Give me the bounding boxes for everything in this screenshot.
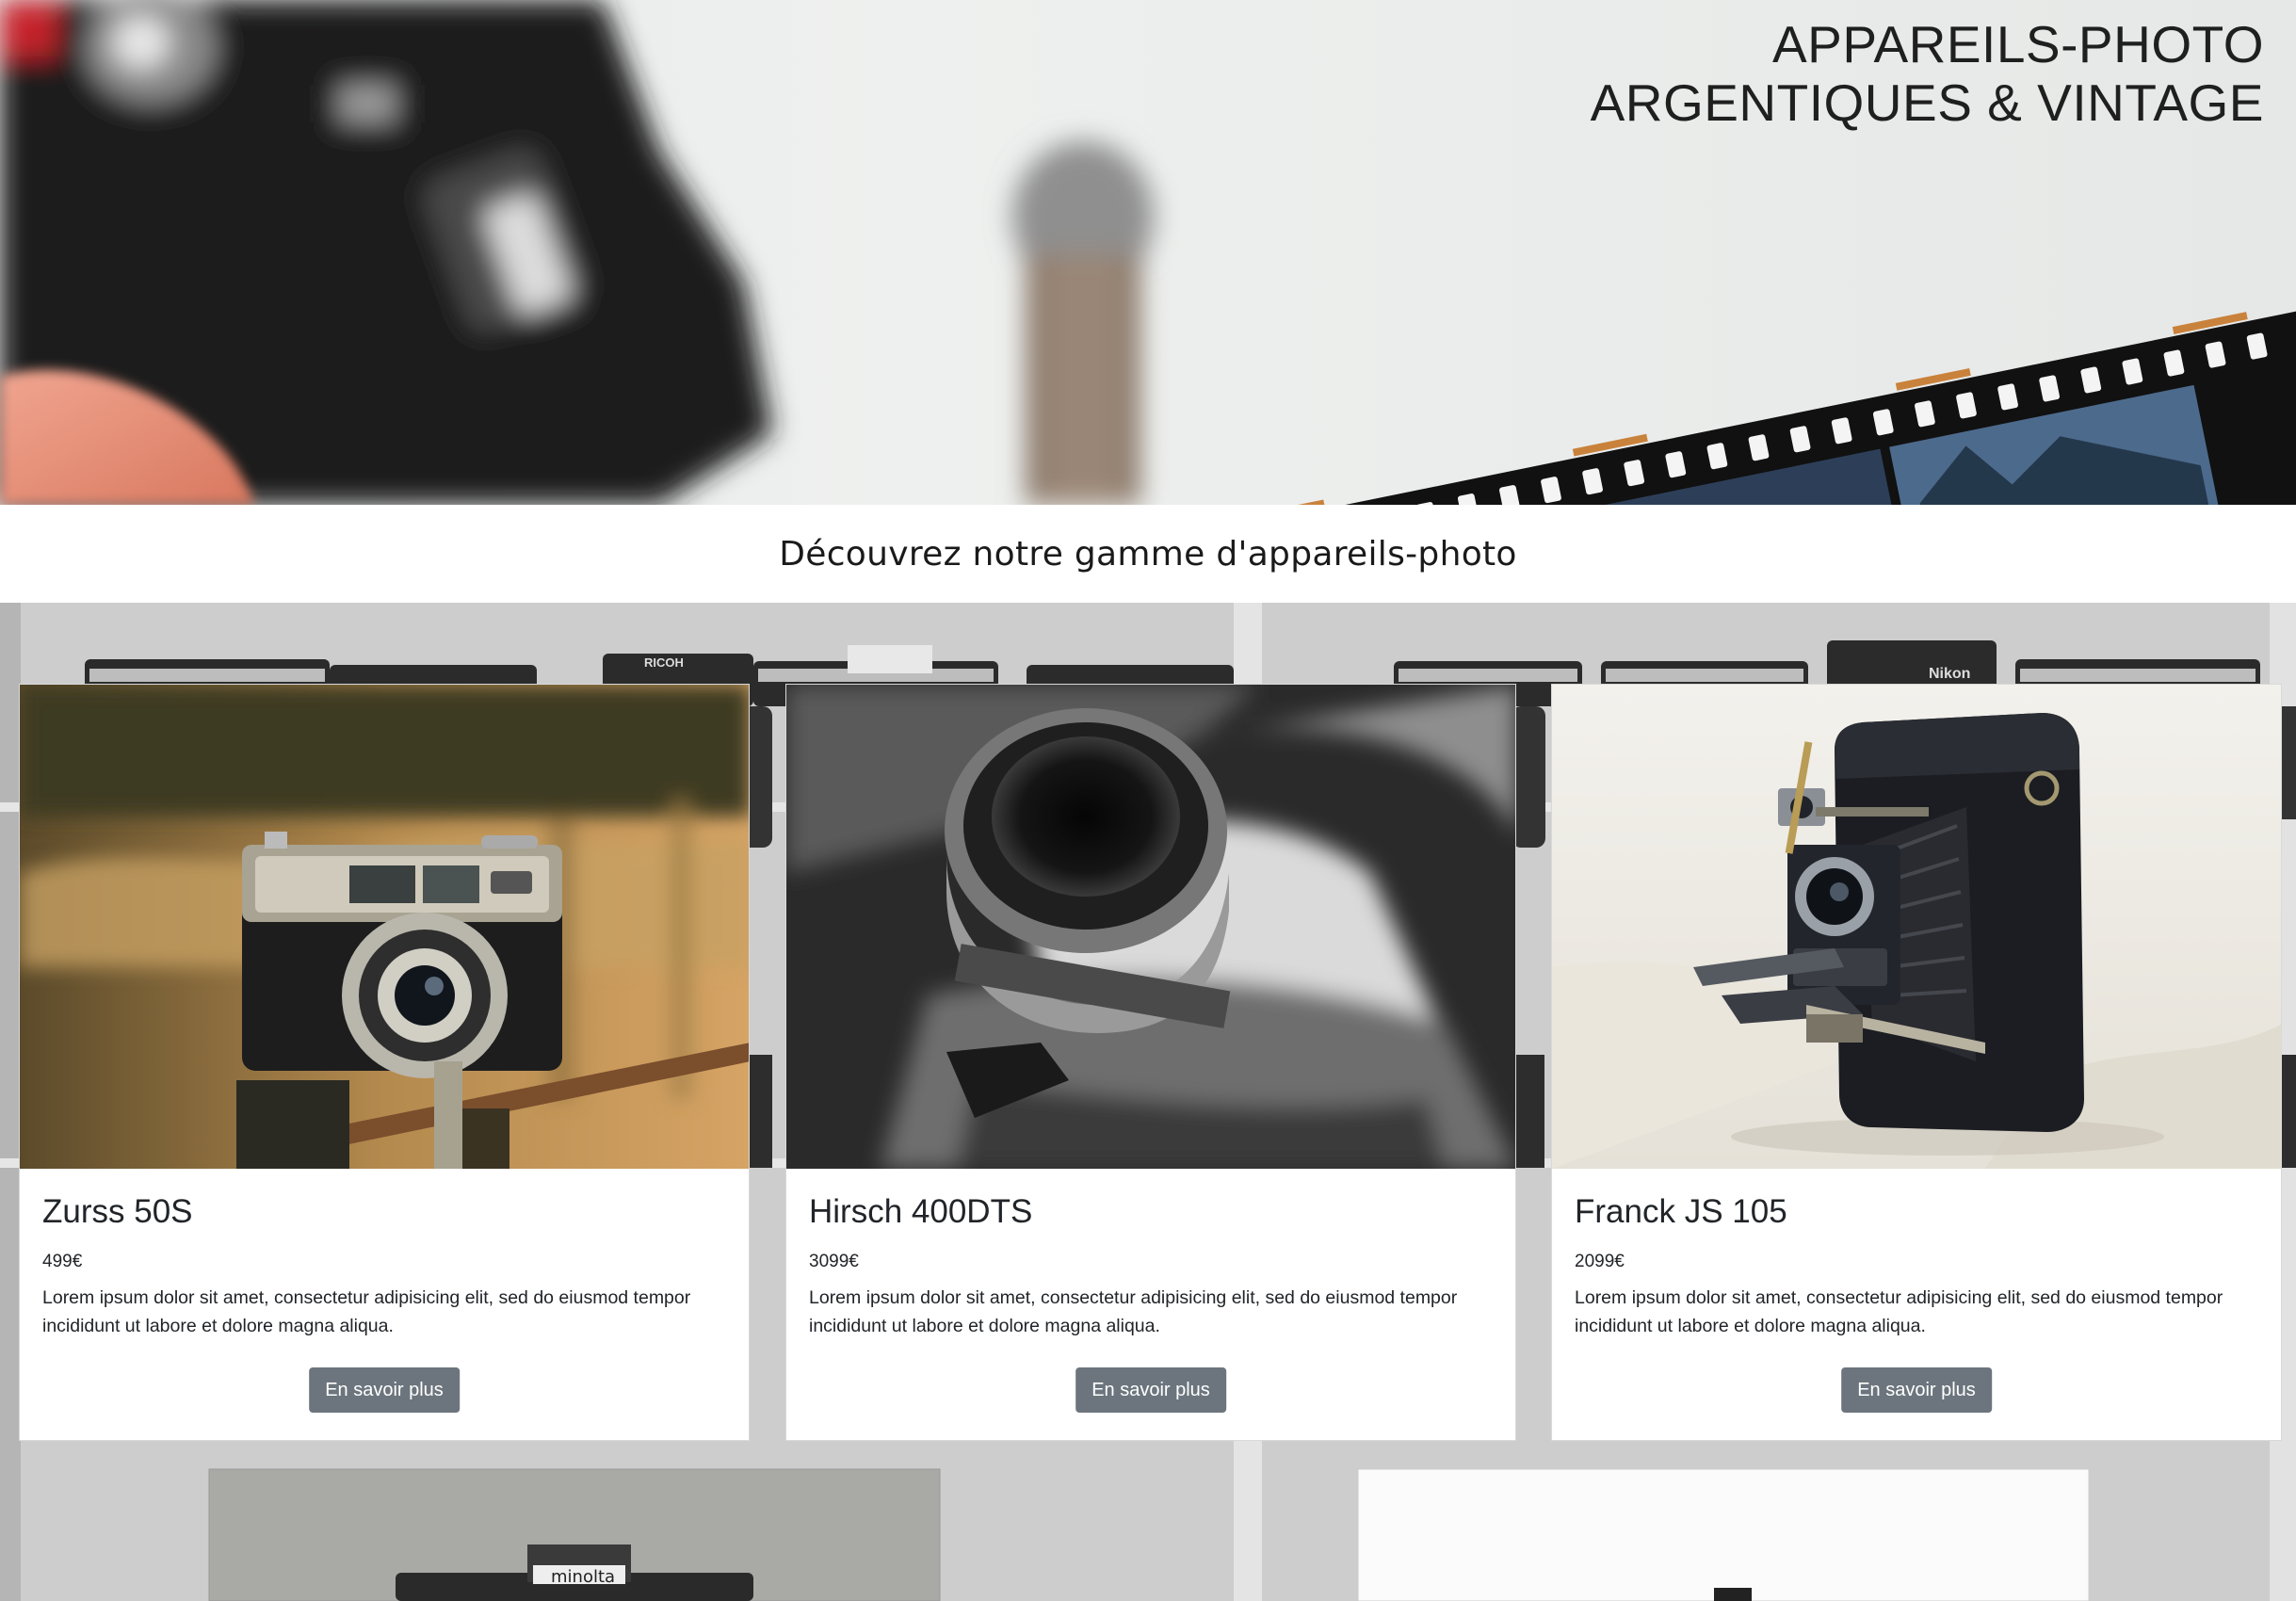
- section-subtitle: Découvrez notre gamme d'appareils-photo: [779, 534, 1517, 574]
- product-card: Franck JS 105 2099€ Lorem ipsum dolor si…: [1551, 684, 2282, 1441]
- hero-title: APPAREILS-PHOTO ARGENTIQUES & VINTAGE: [1591, 15, 2264, 132]
- learn-more-button[interactable]: En savoir plus: [1075, 1367, 1226, 1413]
- partial-product-image-2: [1357, 1468, 2090, 1601]
- product-price: 3099€: [809, 1252, 859, 1271]
- learn-more-button[interactable]: En savoir plus: [309, 1367, 460, 1413]
- svg-text:minolta: minolta: [551, 1567, 615, 1587]
- product-image-franck: [1552, 685, 2281, 1169]
- product-description: Lorem ipsum dolor sit amet, consectetur …: [1575, 1287, 2223, 1336]
- svg-text:Nikon: Nikon: [1929, 666, 1970, 682]
- product-section: RICOH Nikon minolta Zurss 50S 499€ Lorem…: [0, 603, 2296, 1601]
- product-title: Zurss 50S: [42, 1193, 193, 1230]
- product-description: Lorem ipsum dolor sit amet, consectetur …: [809, 1287, 1458, 1336]
- product-description: Lorem ipsum dolor sit amet, consectetur …: [42, 1287, 691, 1336]
- product-price: 2099€: [1575, 1252, 1625, 1271]
- hero-banner: APPAREILS-PHOTO ARGENTIQUES & VINTAGE: [0, 0, 2296, 505]
- section-intro: Découvrez notre gamme d'appareils-photo: [0, 505, 2296, 603]
- product-card: Hirsch 400DTS 3099€ Lorem ipsum dolor si…: [785, 684, 1516, 1441]
- learn-more-button[interactable]: En savoir plus: [1841, 1367, 1992, 1413]
- product-title: Hirsch 400DTS: [809, 1193, 1033, 1230]
- product-card: Zurss 50S 499€ Lorem ipsum dolor sit ame…: [19, 684, 750, 1441]
- product-image-zurss: [20, 685, 749, 1169]
- partial-product-image-1: minolta: [208, 1468, 941, 1601]
- product-title: Franck JS 105: [1575, 1193, 1787, 1230]
- product-image-hirsch: [786, 685, 1515, 1169]
- svg-text:RICOH: RICOH: [644, 655, 684, 670]
- product-price: 499€: [42, 1252, 83, 1271]
- hero-title-line-1: APPAREILS-PHOTO: [1772, 15, 2264, 73]
- hero-title-line-2: ARGENTIQUES & VINTAGE: [1590, 73, 2264, 132]
